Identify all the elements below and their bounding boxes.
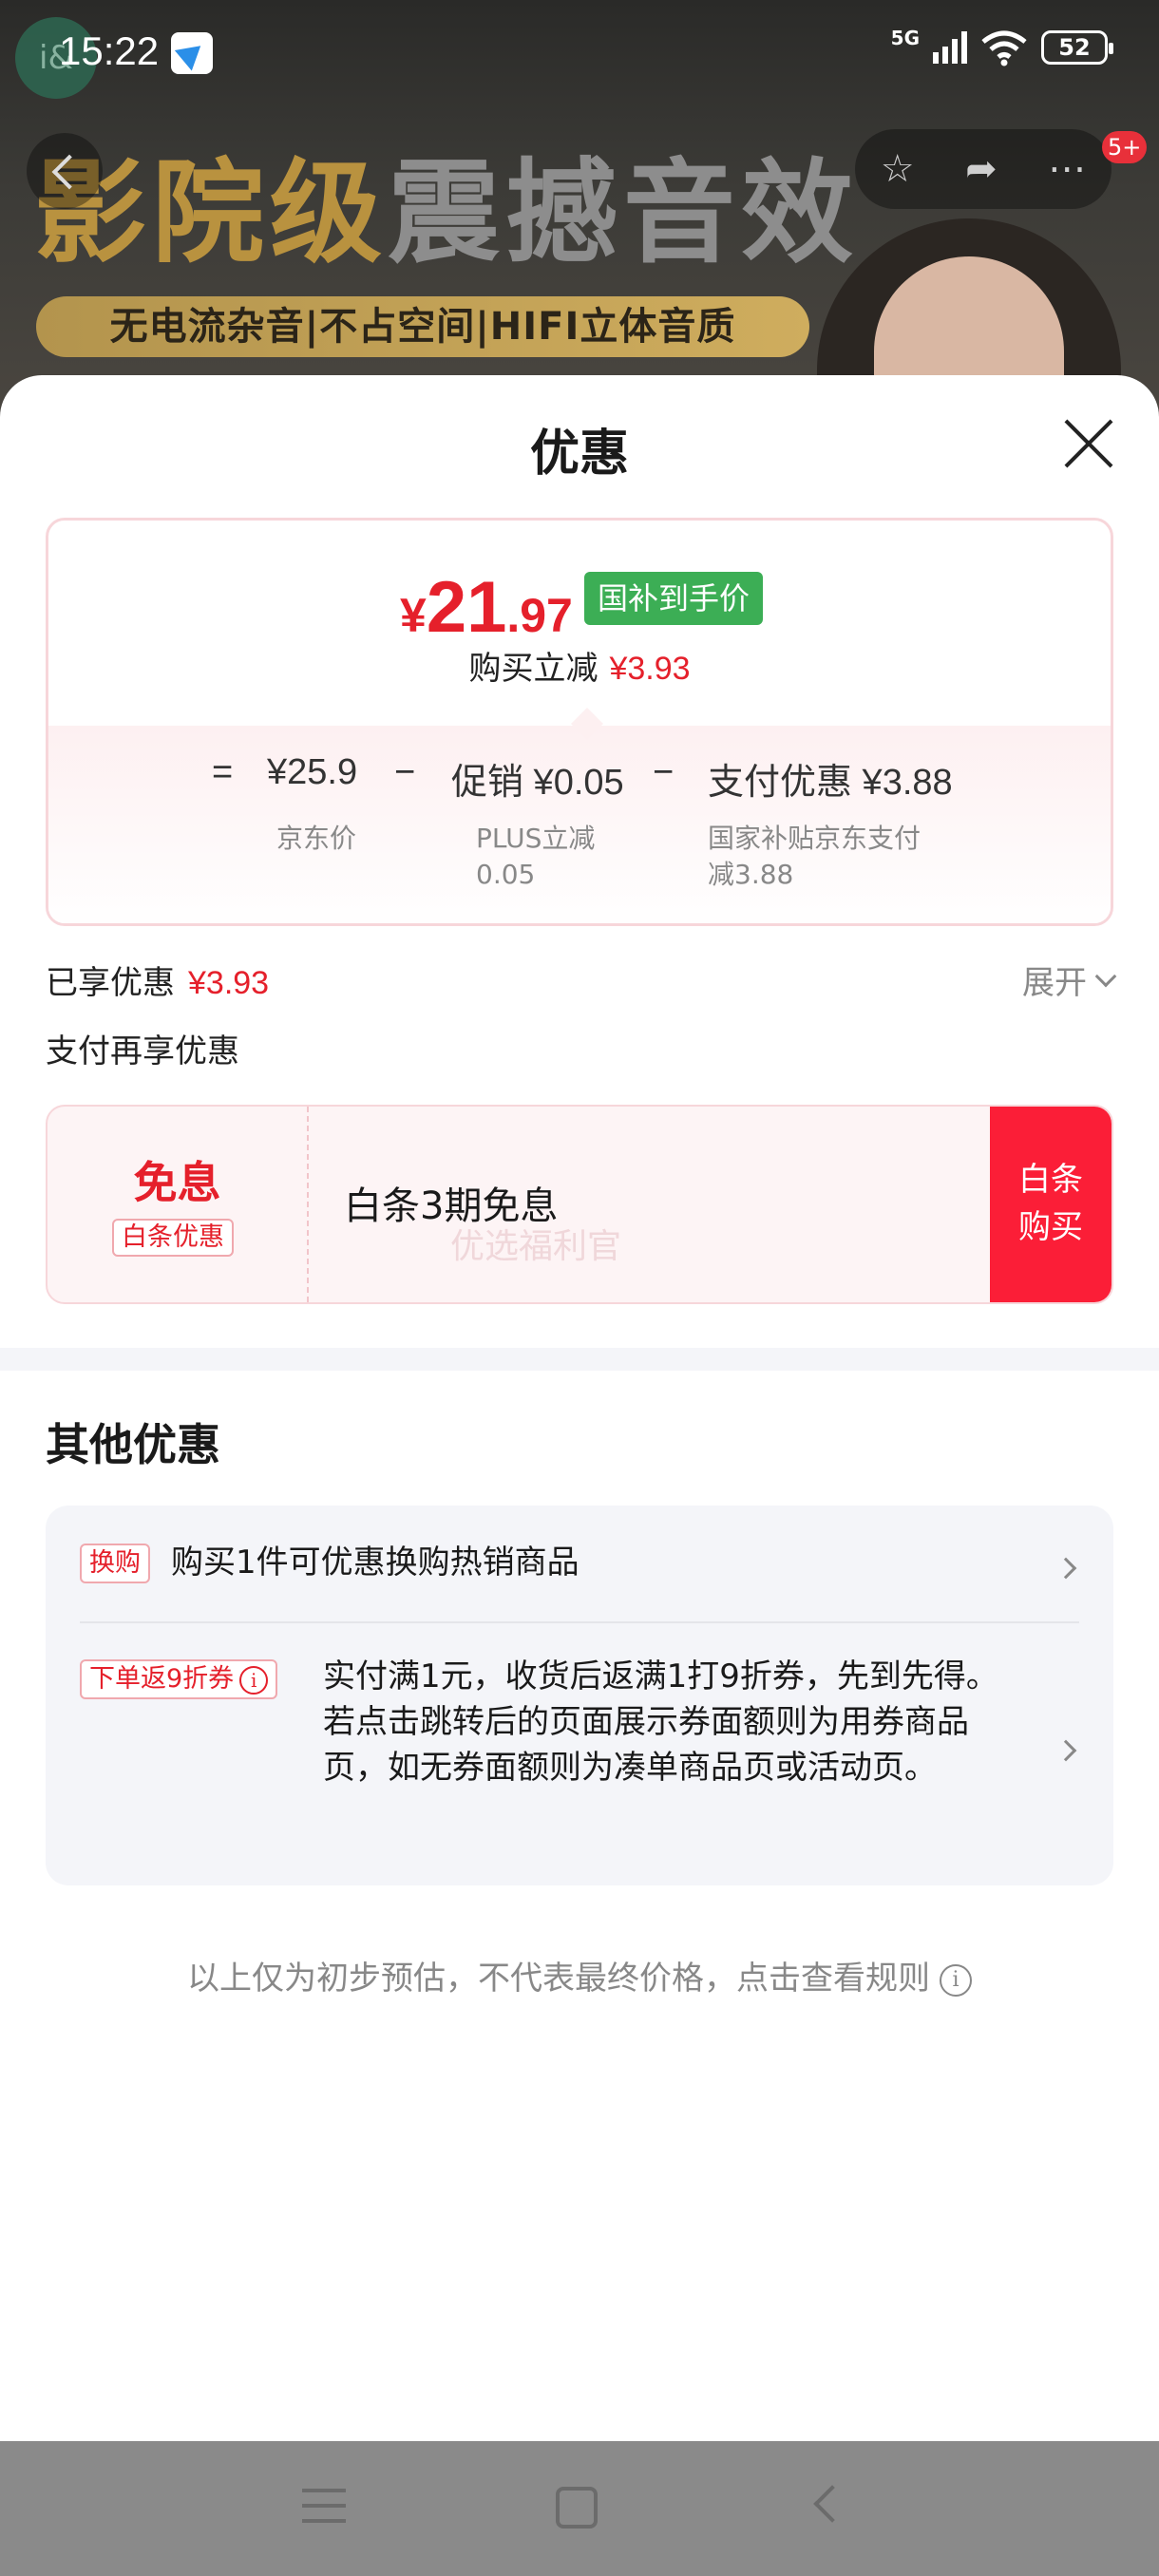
section-divider bbox=[0, 1348, 1159, 1371]
other-offers-card: 换购 购买1件可优惠换购热销商品 下单返9折券 i 实付满1元，收货后返满1打9折… bbox=[46, 1506, 1113, 1885]
payment-label: 国家补贴京东支付 减3.88 bbox=[708, 823, 922, 890]
banner-headline: 影院级震撼音效 bbox=[34, 122, 859, 284]
battery-icon: 52 bbox=[1041, 30, 1113, 65]
sheet-title: 优惠 bbox=[529, 426, 629, 483]
offer-text: 购买1件可优惠换购热销商品 bbox=[171, 1544, 580, 1582]
status-time: 15:22 bbox=[59, 28, 160, 73]
baitiao-text: 白条3期免息 bbox=[344, 1184, 559, 1228]
banner-features: 无电流杂音|不占空间|HIFI立体音质 bbox=[36, 296, 809, 357]
expand-button[interactable]: 展开 bbox=[1022, 957, 1117, 1003]
promo-discount: 促销 ¥0.05 bbox=[451, 763, 624, 803]
subsidy-price-tag: 国补到手价 bbox=[584, 572, 764, 625]
instant-discount-value: ¥3.93 bbox=[609, 651, 691, 687]
row-divider bbox=[80, 1621, 1079, 1623]
offer-row-coupon[interactable]: 下单返9折券 i 实付满1元，收货后返满1打9折券，先到先得。若点击跳转后的页面展… bbox=[80, 1657, 1079, 1849]
status-bar: i& 15:22 5G 52 bbox=[0, 0, 1159, 109]
price-breakdown-card: ¥21.97 国补到手价 购买立减 ¥3.93 = ¥25.9 − 促销 ¥0.0… bbox=[46, 518, 1113, 926]
enjoyed-discount-row: 已享优惠 ¥3.93 bbox=[46, 964, 270, 1002]
offer-row-exchange[interactable]: 换购 购买1件可优惠换购热销商品 bbox=[80, 1544, 1079, 1604]
other-offers-title: 其他优惠 bbox=[46, 1419, 220, 1470]
nav-back-icon[interactable] bbox=[813, 2485, 851, 2523]
baitiao-buy-button[interactable]: 白条 购买 bbox=[990, 1107, 1112, 1302]
payment-discount: 支付优惠 ¥3.88 bbox=[708, 763, 953, 803]
back-icon[interactable] bbox=[27, 133, 103, 209]
offer-tag: 下单返9折券 i bbox=[80, 1659, 278, 1699]
network-type: 5G bbox=[890, 27, 920, 49]
menu-icon[interactable] bbox=[302, 2489, 346, 2527]
baitiao-tag: 白条优惠 bbox=[112, 1219, 234, 1257]
wifi-icon bbox=[981, 30, 1027, 66]
chevron-right-icon bbox=[1054, 1557, 1077, 1580]
home-icon[interactable] bbox=[556, 2487, 598, 2529]
status-indicators: 5G 52 bbox=[890, 27, 1113, 66]
disclaimer-link[interactable]: 以上仅为初步预估，不代表最终价格，点击查看规则 i bbox=[0, 1952, 1159, 1998]
enjoyed-value: ¥3.93 bbox=[188, 965, 270, 1001]
telegram-icon bbox=[171, 32, 213, 74]
info-icon: i bbox=[940, 1963, 972, 1997]
equals-sign: = bbox=[212, 752, 234, 792]
jd-price: ¥25.9 bbox=[267, 752, 358, 792]
offer-tag: 换购 bbox=[80, 1544, 150, 1583]
minus-sign: − bbox=[653, 752, 674, 792]
chevron-right-icon bbox=[1054, 1739, 1077, 1762]
headline-white: 震撼音效 bbox=[388, 147, 860, 278]
baitiao-badge-area: 免息 白条优惠 bbox=[48, 1107, 309, 1302]
chevron-down-icon bbox=[1094, 965, 1117, 987]
signal-icon bbox=[933, 31, 967, 64]
discount-sheet: 优惠 ¥21.97 国补到手价 购买立减 ¥3.93 = ¥25.9 − 促销 ¥… bbox=[0, 375, 1159, 2441]
info-icon[interactable]: i bbox=[239, 1665, 269, 1695]
share-icon[interactable]: ➦ bbox=[965, 147, 998, 191]
more-icon[interactable]: ⋯ bbox=[1048, 147, 1086, 191]
nav-actions: ☆ ➦ ⋯ bbox=[855, 129, 1112, 209]
final-price-section: ¥21.97 国补到手价 购买立减 ¥3.93 bbox=[48, 521, 1111, 725]
message-badge: 5+ bbox=[1102, 131, 1148, 163]
system-nav-bar bbox=[0, 2441, 1159, 2576]
price-formula-section: = ¥25.9 − 促销 ¥0.05 − 支付优惠 ¥3.88 京东价 PLUS… bbox=[48, 726, 1111, 923]
minus-sign: − bbox=[394, 752, 416, 792]
instant-discount-row: 购买立减 ¥3.93 bbox=[468, 650, 691, 688]
final-price: ¥21.97 bbox=[400, 567, 573, 648]
interest-free-label: 免息 bbox=[133, 1157, 221, 1208]
pay-more-heading: 支付再享优惠 bbox=[46, 1032, 239, 1070]
promo-label: PLUS立减 0.05 bbox=[476, 823, 596, 890]
jd-price-label: 京东价 bbox=[276, 823, 357, 854]
offer-text: 实付满1元，收货后返满1打9折券，先到先得。若点击跳转后的页面展示券面额则为用券… bbox=[323, 1657, 998, 1787]
star-icon[interactable]: ☆ bbox=[881, 147, 915, 191]
baitiao-offer-card[interactable]: 免息 白条优惠 优选福利官 白条3期免息 白条 购买 bbox=[46, 1105, 1113, 1304]
close-icon[interactable] bbox=[1062, 417, 1115, 470]
